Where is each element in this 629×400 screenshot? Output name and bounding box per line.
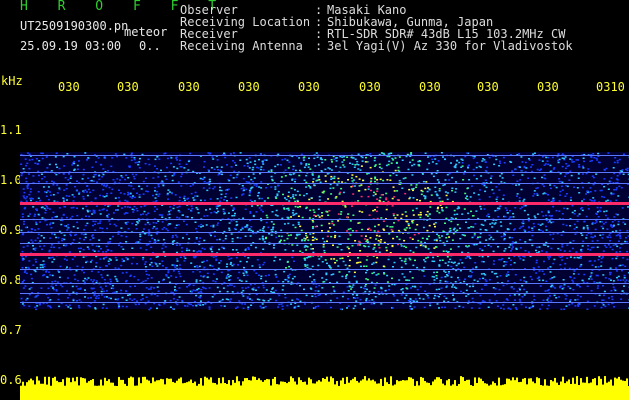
carrier-line [20, 293, 629, 294]
time-tick-label: 030 [238, 80, 260, 94]
info-separator: : [315, 39, 323, 53]
time-tick-label: 030 [537, 80, 559, 94]
file-name: UT2509190300.pn [20, 19, 129, 33]
strong-carrier-line [20, 202, 629, 205]
time-tick-label: 030 [419, 80, 441, 94]
time-tick-label: 030 [298, 80, 320, 94]
time-tick-label: 030 [58, 80, 80, 94]
spectrogram [20, 97, 629, 400]
carrier-line [20, 232, 629, 233]
spectrogram-plot [20, 152, 629, 400]
carrier-line [20, 243, 629, 244]
carrier-line [20, 269, 629, 270]
strong-carrier-line [20, 253, 629, 256]
frequency-tick-label: 0.8 [0, 273, 22, 287]
carrier-line [20, 183, 629, 184]
carrier-line [20, 302, 629, 303]
time-tick-label: 030 [117, 80, 139, 94]
noise-band [20, 152, 629, 309]
carrier-line [20, 219, 629, 220]
count-label: 0.. [139, 39, 161, 53]
carrier-line [20, 172, 629, 173]
info-value: 3el Yagi(V) Az 330 for Vladivostok [327, 39, 573, 53]
frequency-tick-label: 1.1 [0, 123, 22, 137]
frequency-tick-label: 0.7 [0, 323, 22, 337]
info-label: Receiving Antenna [180, 39, 303, 53]
datetime: 25.09.19 03:00 [20, 39, 122, 53]
carrier-line [20, 283, 629, 284]
amplitude-trace [20, 376, 629, 400]
mode-label: meteor [124, 25, 168, 39]
time-tick-label: 030 [359, 80, 381, 94]
unit-label: kHz [1, 74, 23, 88]
time-tick-label: 0310 [596, 80, 625, 94]
carrier-line [20, 155, 629, 156]
frequency-tick-label: 0.9 [0, 223, 22, 237]
frequency-tick-label: 1.0 [0, 173, 22, 187]
time-tick-label: 030 [477, 80, 499, 94]
time-tick-label: 030 [178, 80, 200, 94]
frequency-tick-label: 0.6 [0, 373, 22, 387]
